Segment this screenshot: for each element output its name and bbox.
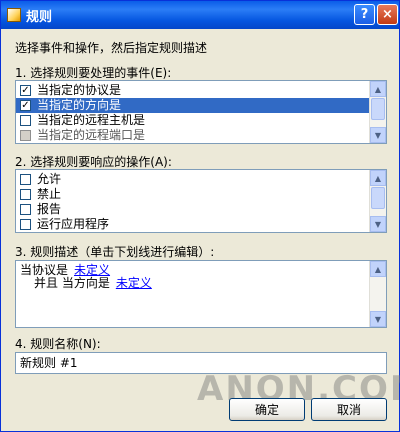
- ok-button[interactable]: 确定: [229, 398, 305, 421]
- cancel-button[interactable]: 取消: [311, 398, 387, 421]
- description-scrollbar[interactable]: ▲ ▼: [369, 261, 386, 327]
- events-list[interactable]: 当指定的协议是 当指定的方向是 当指定的远程主机是 当指定的远程端口是 ▲ ▼: [15, 80, 387, 144]
- event-item-remote-port[interactable]: 当指定的远程端口是: [16, 128, 386, 143]
- event-item-protocol[interactable]: 当指定的协议是: [16, 83, 386, 98]
- event-checkbox-direction[interactable]: [20, 100, 31, 111]
- events-scroll-thumb[interactable]: [371, 98, 385, 120]
- scroll-up-icon[interactable]: ▲: [370, 261, 386, 277]
- actions-scrollbar[interactable]: ▲ ▼: [369, 170, 386, 232]
- event-checkbox-remote-host[interactable]: [20, 115, 31, 126]
- description-text-protocol: 当协议是: [20, 263, 69, 277]
- help-button[interactable]: ?: [354, 4, 375, 25]
- action-item-run-app[interactable]: 运行应用程序: [16, 217, 386, 232]
- step4-label: 4. 规则名称(N):: [15, 337, 101, 351]
- instructions-text: 选择事件和操作，然后指定规则描述: [15, 41, 208, 55]
- scroll-down-icon[interactable]: ▼: [370, 311, 386, 327]
- action-label-run-app: 运行应用程序: [37, 217, 110, 231]
- action-item-report[interactable]: 报告: [16, 202, 386, 217]
- protocol-undefined-link[interactable]: 未定义: [74, 263, 110, 277]
- actions-scroll-thumb[interactable]: [371, 187, 385, 209]
- scroll-up-icon[interactable]: ▲: [370, 170, 386, 186]
- event-label-direction: 当指定的方向是: [37, 98, 122, 112]
- scroll-down-icon[interactable]: ▼: [370, 216, 386, 232]
- action-item-block[interactable]: 禁止: [16, 187, 386, 202]
- rule-dialog: 规则 ? × 选择事件和操作，然后指定规则描述 1. 选择规则要处理的事件(E)…: [0, 0, 400, 432]
- event-label-protocol: 当指定的协议是: [37, 83, 122, 97]
- events-scrollbar[interactable]: ▲ ▼: [369, 81, 386, 143]
- description-text-direction: 并且 当方向是: [34, 276, 110, 290]
- action-item-allow[interactable]: 允许: [16, 172, 386, 187]
- event-label-remote-host: 当指定的远程主机是: [37, 113, 146, 127]
- action-checkbox-run-app[interactable]: [20, 219, 31, 230]
- event-label-remote-port: 当指定的远程端口是: [37, 128, 146, 142]
- action-label-allow: 允许: [37, 172, 62, 186]
- title-bar[interactable]: 规则 ? ×: [1, 1, 399, 29]
- action-checkbox-allow[interactable]: [20, 174, 31, 185]
- description-line-2: 并且 当方向是 未定义: [20, 277, 382, 290]
- action-label-block: 禁止: [37, 187, 62, 201]
- event-checkbox-protocol[interactable]: [20, 85, 31, 96]
- rule-app-icon: [7, 8, 21, 22]
- step3-label: 3. 规则描述（单击下划线进行编辑）:: [15, 245, 215, 259]
- action-checkbox-report[interactable]: [20, 204, 31, 215]
- scroll-down-icon[interactable]: ▼: [370, 127, 386, 143]
- step1-label: 1. 选择规则要处理的事件(E):: [15, 66, 172, 80]
- step2-label: 2. 选择规则要响应的操作(A):: [15, 155, 172, 169]
- rule-description-box: 当协议是 未定义 并且 当方向是 未定义 ▲ ▼: [15, 260, 387, 328]
- scroll-up-icon[interactable]: ▲: [370, 81, 386, 97]
- event-checkbox-remote-port[interactable]: [20, 130, 31, 141]
- event-item-remote-host[interactable]: 当指定的远程主机是: [16, 113, 386, 128]
- action-checkbox-block[interactable]: [20, 189, 31, 200]
- actions-list[interactable]: 允许 禁止 报告 运行应用程序 ▲ ▼: [15, 169, 387, 233]
- action-label-report: 报告: [37, 202, 62, 216]
- direction-undefined-link[interactable]: 未定义: [116, 276, 152, 290]
- close-button[interactable]: ×: [377, 4, 398, 25]
- window-title: 规则: [26, 9, 53, 25]
- event-item-direction[interactable]: 当指定的方向是: [16, 98, 386, 113]
